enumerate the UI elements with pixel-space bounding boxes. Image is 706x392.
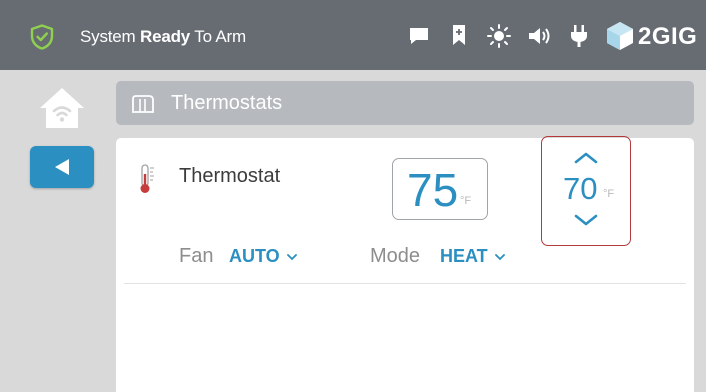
fan-label: Fan xyxy=(179,245,214,267)
system-mode-dropdown[interactable]: HEAT xyxy=(440,246,505,267)
status-bar: System Ready To Arm 2GIG xyxy=(0,0,706,70)
brand-logo: 2GIG xyxy=(604,20,706,52)
brightness-icon[interactable] xyxy=(486,23,512,49)
setpoint-unit: °F xyxy=(603,188,615,200)
page-header: Thermostats xyxy=(116,81,694,125)
cube-logo-icon xyxy=(607,22,633,50)
setpoint-control: 70 °F xyxy=(541,136,631,246)
chevron-up-icon[interactable] xyxy=(573,151,599,165)
brand-name: 2GIG xyxy=(638,23,698,50)
mode-label: Mode xyxy=(370,245,421,267)
shield-check-icon[interactable] xyxy=(30,24,54,50)
home-wifi-icon[interactable] xyxy=(37,86,87,130)
current-temperature-unit: °F xyxy=(460,195,472,207)
message-icon[interactable] xyxy=(408,26,430,46)
chevron-down-icon xyxy=(286,253,297,261)
fan-mode-value: AUTO xyxy=(229,246,280,266)
setpoint-value: 70 xyxy=(563,171,598,206)
status-suffix: To Arm xyxy=(194,27,246,46)
status-prefix: System xyxy=(80,27,136,46)
chevron-down-icon[interactable] xyxy=(573,213,599,227)
system-status-text: System Ready To Arm xyxy=(80,27,246,47)
current-temperature-value: 75 xyxy=(407,164,459,216)
chevron-down-icon xyxy=(494,253,505,261)
fan-mode-dropdown[interactable]: AUTO xyxy=(229,246,297,267)
system-mode-value: HEAT xyxy=(440,246,488,266)
page-title: Thermostats xyxy=(171,92,283,114)
thermostat-card: Thermostat 75 °F 70 °F Fan AUTO Mode HEA… xyxy=(116,136,694,392)
power-plug-icon[interactable] xyxy=(570,24,588,48)
card-divider xyxy=(124,283,686,284)
back-arrow-icon xyxy=(55,159,69,175)
device-name: Thermostat xyxy=(179,165,281,187)
thermometer-icon xyxy=(140,164,154,193)
thermostat-category-icon xyxy=(132,95,154,113)
current-temperature-display: 75 °F xyxy=(392,158,488,220)
status-bold: Ready xyxy=(140,27,191,46)
volume-icon[interactable] xyxy=(528,26,552,46)
bookmark-icon[interactable] xyxy=(452,24,466,46)
back-button[interactable] xyxy=(30,146,94,188)
